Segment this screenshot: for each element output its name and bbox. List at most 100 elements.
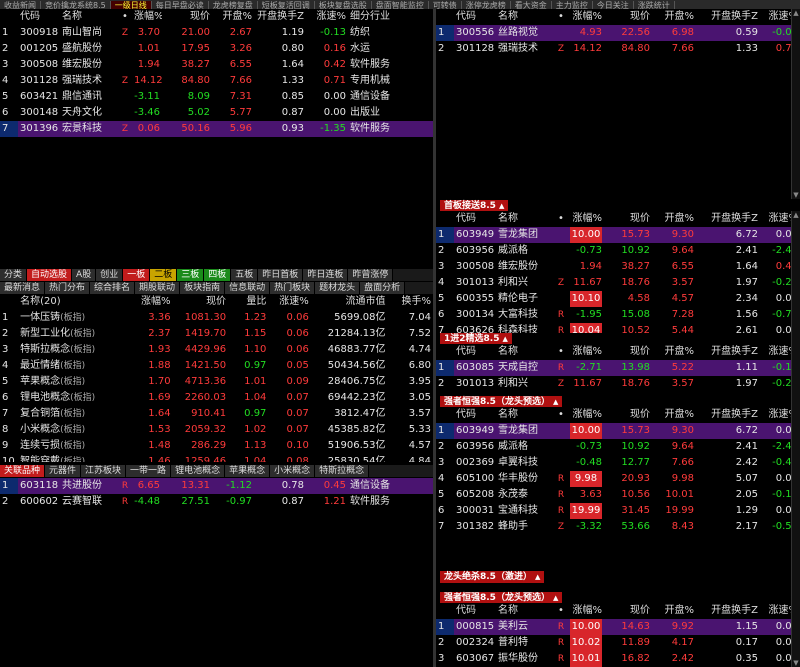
column-header[interactable]: 开盘% <box>652 9 696 25</box>
top-tab[interactable]: 竞价擒龙系统8.5 <box>41 1 111 9</box>
column-header[interactable]: • <box>554 603 568 619</box>
stock-name[interactable]: 鼎信通讯 <box>60 89 118 105</box>
column-header[interactable]: 现价 <box>604 9 652 25</box>
stock-name[interactable]: 威派格 <box>496 243 554 259</box>
nav-tab[interactable]: 一带一路 <box>126 465 172 477</box>
stock-code[interactable]: 600602 <box>18 494 60 510</box>
column-header[interactable]: 名称 <box>496 9 554 25</box>
table-row[interactable]: 3 002369 卓翼科技 -0.48 12.77 7.66 2.42 -0.47 <box>436 455 800 471</box>
nav-tab[interactable]: 分类 <box>0 269 28 281</box>
nav-tab[interactable]: A股 <box>72 269 97 281</box>
stock-code[interactable]: 300918 <box>18 25 60 41</box>
column-header[interactable]: 涨幅% <box>568 407 604 423</box>
column-header[interactable]: 开盘% <box>652 211 696 227</box>
table-row[interactable]: 3 603067 振华股份 R 10.01 16.82 2.42 0.35 0.00 <box>436 651 800 667</box>
stock-code[interactable]: 301013 <box>454 275 496 291</box>
stock-code[interactable]: 603956 <box>454 243 496 259</box>
sector-name-cell[interactable]: 新型工业化(板指) <box>18 326 117 342</box>
scrollbar[interactable]: ▲ ▼ <box>791 9 800 199</box>
table-row[interactable]: 6 300148 天舟文化 -3.46 5.02 5.77 0.87 0.00 出版业 <box>0 105 433 121</box>
top-tab[interactable]: 板块复盘选股 <box>315 1 372 9</box>
sector-row[interactable]: 6 锂电池概念(板指) 1.69 2260.03 1.04 0.07 69442.23亿 3.… <box>0 390 433 406</box>
column-header[interactable]: 名称 <box>496 344 554 360</box>
stock-name[interactable]: 永茂泰 <box>496 487 554 503</box>
table-row[interactable]: 2 603956 威派格 -0.73 10.92 9.64 2.41 -2.49 <box>436 243 800 259</box>
stock-code[interactable]: 301128 <box>454 41 496 57</box>
table-row[interactable]: 2 603956 威派格 -0.73 10.92 9.64 2.41 -2.49 <box>436 439 800 455</box>
column-header[interactable]: 代码 <box>454 211 496 227</box>
stock-code[interactable]: 600355 <box>454 291 496 307</box>
nav-tab[interactable]: 热门板块 <box>270 282 316 294</box>
nav-tab[interactable]: 创业 <box>96 269 124 281</box>
nav-tab[interactable]: 小米概念 <box>270 465 316 477</box>
column-header[interactable]: 涨幅% <box>568 344 604 360</box>
stock-code[interactable]: 603626 <box>454 323 496 333</box>
table-row[interactable]: 4 605100 华丰股份 R 9.98 20.93 9.98 5.07 0.00 <box>436 471 800 487</box>
nav-tab[interactable]: 一板 <box>123 269 151 281</box>
stock-name[interactable]: 丝路视觉 <box>496 25 554 41</box>
stock-code[interactable]: 000815 <box>454 619 496 635</box>
stock-code[interactable]: 605100 <box>454 471 496 487</box>
table-row[interactable]: 2 002324 普利特 R 10.02 11.89 4.17 0.17 0.00 <box>436 635 800 651</box>
scroll-up-icon[interactable]: ▲ <box>792 9 800 17</box>
column-header[interactable]: 现价 <box>604 344 652 360</box>
table-row[interactable]: 4 301013 利和兴 Z 11.67 18.76 3.57 1.97 -0.20 <box>436 275 800 291</box>
top-tab[interactable]: 收益新闻 <box>0 1 41 9</box>
nav-tab[interactable]: 元器件 <box>45 465 82 477</box>
column-header[interactable]: 代码 <box>454 407 496 423</box>
column-header[interactable]: 涨幅% <box>568 603 604 619</box>
nav-tab[interactable]: 自动选股 <box>27 269 73 281</box>
nav-tab[interactable]: 盘面分析 <box>360 282 406 294</box>
nav-tab[interactable]: 昨曾涨停 <box>348 269 394 281</box>
top-tab[interactable]: 主力监控 <box>552 1 593 9</box>
nav-tab[interactable]: 二板 <box>150 269 178 281</box>
column-header[interactable]: 涨幅% <box>568 9 604 25</box>
sector-row[interactable]: 9 连续亏损(板指) 1.48 286.29 1.13 0.10 51906.53亿 4.57 <box>0 438 433 454</box>
nav-tab[interactable]: 锂电池概念 <box>171 465 226 477</box>
stock-code[interactable]: 002369 <box>454 455 496 471</box>
sector-name-cell[interactable]: 锂电池概念(板指) <box>18 390 117 406</box>
sector-row[interactable]: 10 智能穿戴(板指) 1.46 1259.46 1.04 0.08 25830.54亿 4.… <box>0 454 433 462</box>
stock-name[interactable]: 宏景科技 <box>60 121 118 137</box>
stock-name[interactable]: 精伦电子 <box>496 291 554 307</box>
column-header[interactable]: 涨幅% <box>117 294 173 310</box>
stock-code[interactable]: 300508 <box>454 259 496 275</box>
column-header[interactable]: 量比 <box>228 294 268 310</box>
nav-tab[interactable]: 三板 <box>177 269 205 281</box>
stock-name[interactable]: 华丰股份 <box>496 471 554 487</box>
stock-code[interactable]: 603085 <box>454 360 496 376</box>
table-row[interactable]: 7 301382 蜂助手 Z -3.32 53.66 8.43 2.17 -0.55 <box>436 519 800 535</box>
column-header[interactable]: 细分行业 <box>348 9 433 25</box>
sector-row[interactable]: 3 特斯拉概念(板指) 1.93 4429.96 1.10 0.06 46883.77亿 4.… <box>0 342 433 358</box>
stock-code[interactable]: 300148 <box>18 105 60 121</box>
stock-name[interactable]: 雪龙集团 <box>496 423 554 439</box>
nav-tab[interactable]: 综合排名 <box>90 282 136 294</box>
column-header[interactable]: 开盘换手Z <box>696 407 760 423</box>
top-tab[interactable]: 每日早盘必读 <box>152 1 209 9</box>
column-header[interactable]: 涨速% <box>306 9 348 25</box>
column-header[interactable]: 开盘% <box>652 344 696 360</box>
stock-code[interactable]: 300556 <box>454 25 496 41</box>
column-header[interactable]: 现价 <box>173 294 229 310</box>
sector-name-cell[interactable]: 最近情绪(板指) <box>18 358 117 374</box>
column-header[interactable]: 开盘换手Z <box>254 9 306 25</box>
stock-code[interactable]: 301382 <box>454 519 496 535</box>
nav-tab[interactable]: 五板 <box>231 269 259 281</box>
column-header[interactable]: 流通市值 <box>311 294 388 310</box>
table-row[interactable]: 1 300918 南山智尚 Z 3.70 21.00 2.67 1.19 -0.13 纺织 <box>0 25 433 41</box>
nav-tab[interactable]: 昨日连板 <box>303 269 349 281</box>
column-header[interactable]: • <box>554 407 568 423</box>
sector-name-cell[interactable]: 一体压铸(板指) <box>18 310 117 326</box>
column-header[interactable]: 涨幅% <box>568 211 604 227</box>
stock-name[interactable]: 宝通科技 <box>496 503 554 519</box>
top-tab[interactable]: 今日关注 <box>593 1 634 9</box>
stock-name[interactable]: 科森科技 <box>496 323 554 333</box>
table-row[interactable]: 2 600602 云赛智联 R -4.48 27.51 -0.97 0.87 1.21 软件服务 <box>0 494 433 510</box>
table-row[interactable]: 2 301128 强瑞技术 Z 14.12 84.80 7.66 1.33 0.71 <box>436 41 800 57</box>
stock-name[interactable]: 盛航股份 <box>60 41 118 57</box>
table-row[interactable]: 7 603626 科森科技 R 10.04 10.52 5.44 2.61 0.00 <box>436 323 800 333</box>
table-row[interactable]: 3 300508 维宏股份 1.94 38.27 6.55 1.64 0.42 软件服务 <box>0 57 433 73</box>
stock-name[interactable]: 普利特 <box>496 635 554 651</box>
table-row[interactable]: 2 301013 利和兴 Z 11.67 18.76 3.57 1.97 -0.20 <box>436 376 800 392</box>
table-row[interactable]: 2 001205 盛航股份 1.01 17.95 3.26 0.80 0.16 水运 <box>0 41 433 57</box>
